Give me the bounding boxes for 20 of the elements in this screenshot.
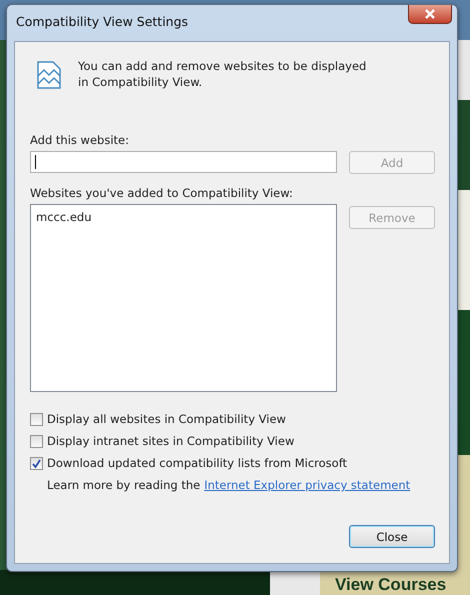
checkbox[interactable]	[30, 434, 43, 448]
checkbox-label[interactable]: Display all websites in Compatibility View	[47, 412, 286, 426]
banner-text: View Courses	[335, 575, 446, 595]
website-item[interactable]: mccc.edu	[36, 210, 92, 224]
window-title: Compatibility View Settings	[16, 14, 188, 29]
privacy-link[interactable]: Internet Explorer privacy statement	[204, 478, 410, 492]
learn-more-text: Learn more by reading the	[47, 478, 200, 492]
intro-text: You can add and remove websites to be displayed in Compatibility View.	[78, 58, 368, 91]
checkbox-label[interactable]: Display intranet sites in Compatibility View	[47, 434, 294, 448]
close-dialog-button[interactable]: Close	[349, 525, 435, 548]
checkbox[interactable]	[30, 456, 43, 470]
list-label: Websites you've added to Compatibility View:	[30, 186, 294, 200]
website-list[interactable]: mccc.edu	[30, 204, 337, 392]
close-icon	[424, 9, 436, 19]
document-icon	[36, 60, 62, 90]
checkbox[interactable]	[30, 412, 43, 426]
checkbox-label[interactable]: Download updated compatibility lists from Microsoft	[47, 456, 348, 470]
field-label: Add this website:	[30, 133, 130, 147]
website-input-field[interactable]	[30, 151, 337, 173]
close-button[interactable]	[408, 5, 452, 24]
